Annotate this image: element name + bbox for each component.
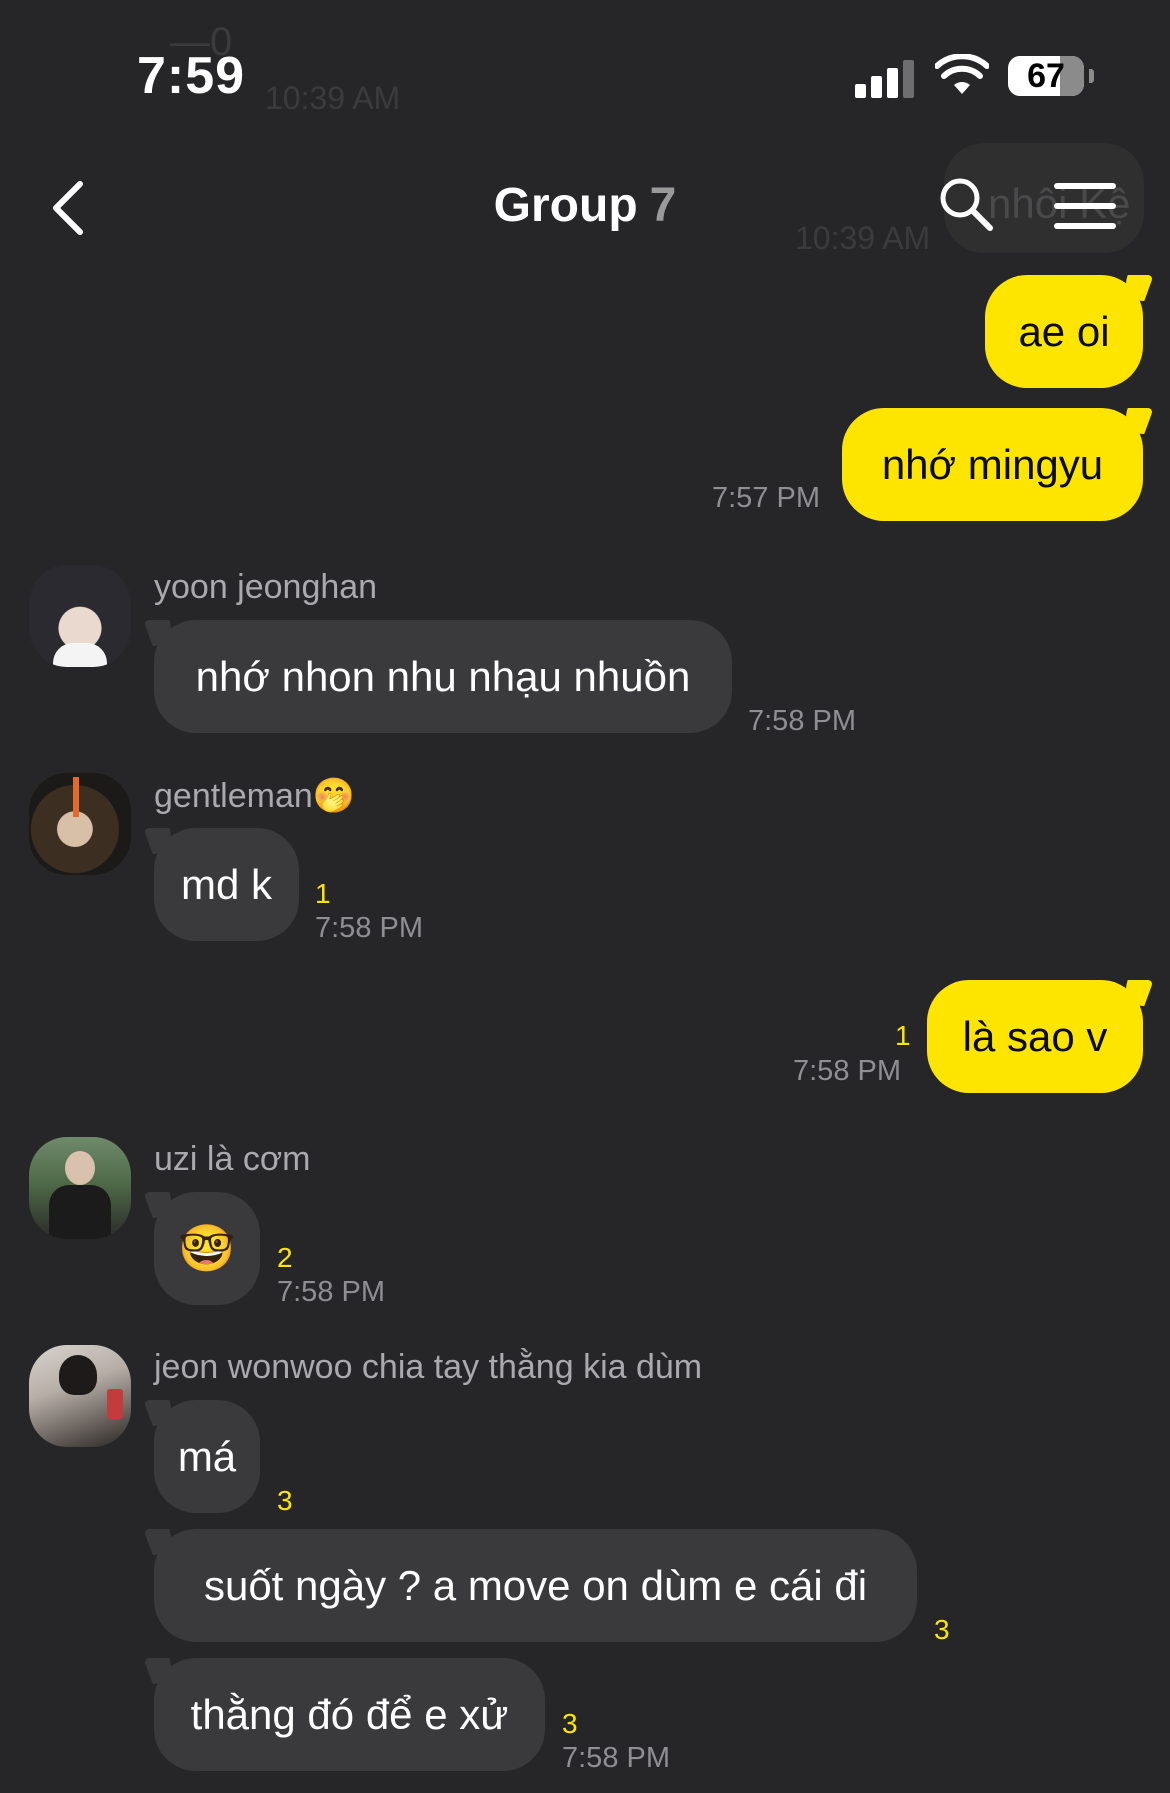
- message-timestamp: 7:57 PM: [712, 482, 820, 514]
- unread-count: 3: [562, 1708, 578, 1739]
- message-bubble-mine[interactable]: nhớ mingyu: [842, 408, 1143, 521]
- unread-count: 3: [934, 1614, 950, 1645]
- sender-name: yoon jeonghan: [154, 568, 378, 606]
- sender-name: gentleman🤭: [154, 776, 355, 816]
- message-bubble-theirs[interactable]: má: [154, 1400, 260, 1513]
- message-timestamp: 7:58 PM: [315, 912, 423, 944]
- message-timestamp: 7:58 PM: [277, 1276, 385, 1308]
- chat-title: Group 7: [0, 178, 1170, 233]
- message-bubble-theirs[interactable]: md k: [154, 828, 299, 941]
- battery-icon: 67: [1008, 56, 1094, 96]
- unread-count: 2: [277, 1242, 293, 1273]
- message-bubble-theirs[interactable]: suốt ngày ? a move on dùm e cái đi: [154, 1529, 917, 1642]
- wifi-icon: [935, 54, 989, 94]
- sender-name: uzi là cơm: [154, 1140, 311, 1178]
- avatar-yoon-jeonghan[interactable]: [29, 565, 131, 667]
- search-icon[interactable]: [938, 176, 994, 232]
- message-bubble-theirs[interactable]: thằng đó để e xử: [154, 1658, 545, 1771]
- member-count: 7: [649, 179, 677, 232]
- ghost-timestamp: 10:39 AM: [265, 80, 401, 116]
- unread-count: 3: [277, 1485, 293, 1516]
- message-timestamp: 7:58 PM: [748, 705, 856, 737]
- menu-icon[interactable]: [1054, 183, 1116, 229]
- chat-title-text: Group: [493, 179, 638, 232]
- avatar-jeon-wonwoo[interactable]: [29, 1345, 131, 1447]
- avatar-uzi[interactable]: [29, 1137, 131, 1239]
- avatar-gentleman[interactable]: [29, 773, 131, 875]
- message-bubble-theirs[interactable]: nhớ nhon nhu nhạu nhuồn: [154, 620, 732, 733]
- sender-name: jeon wonwoo chia tay thằng kia dùm: [154, 1348, 703, 1386]
- message-bubble-mine[interactable]: là sao v: [927, 980, 1143, 1093]
- unread-count: 1: [315, 878, 331, 909]
- message-timestamp: 7:58 PM: [562, 1742, 670, 1774]
- message-timestamp: 7:58 PM: [793, 1055, 901, 1087]
- sender-name-text: gentleman: [154, 777, 313, 815]
- ghost-text: —0: [170, 20, 233, 64]
- message-bubble-theirs[interactable]: 🤓: [154, 1192, 260, 1305]
- sender-emoji: 🤭: [312, 777, 356, 815]
- battery-level: 67: [1027, 57, 1065, 95]
- cellular-signal-icon: [855, 58, 915, 98]
- unread-count: 1: [895, 1020, 911, 1051]
- message-bubble-mine[interactable]: ae oi: [985, 275, 1143, 388]
